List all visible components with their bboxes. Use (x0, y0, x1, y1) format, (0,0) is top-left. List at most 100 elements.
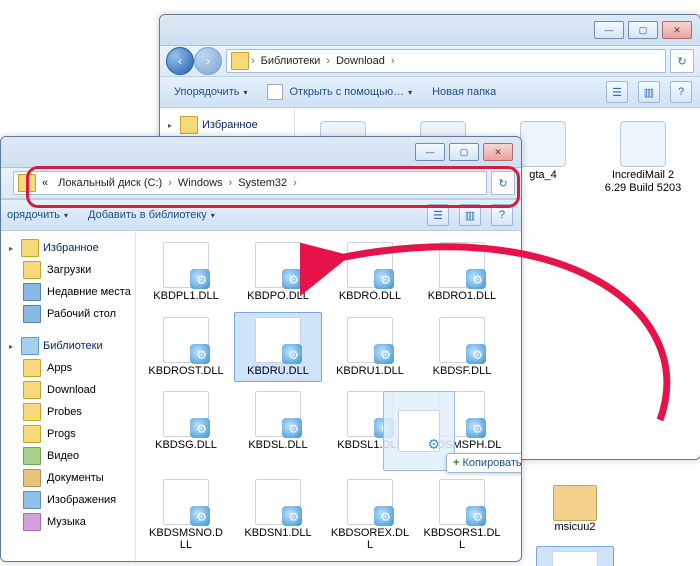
help-button[interactable]: ? (491, 204, 513, 226)
breadcrumb-part[interactable]: Download (332, 55, 389, 67)
breadcrumb-separator-icon: › (293, 177, 297, 189)
sidebar-label: Избранное (43, 242, 99, 254)
explorer-window-system32: — ▢ ✕ « Локальный диск (C:) › Windows › … (0, 136, 522, 562)
file-item[interactable]: KBDSN1.DLL (234, 474, 322, 557)
sidebar-item-images[interactable]: Изображения (1, 489, 135, 511)
add-to-library-label: Добавить в библиотеку (88, 209, 207, 221)
sidebar-label: Музыка (47, 516, 86, 528)
file-item[interactable]: KBDSORS1.DLL (418, 474, 506, 557)
file-pane[interactable]: KBDPL1.DLL KBDPO.DLL KBDRO.DLL KBDRO1.DL… (136, 231, 521, 561)
breadcrumb[interactable]: › Библиотеки › Download › (226, 49, 666, 73)
breadcrumb-overflow[interactable]: « (38, 177, 52, 189)
minimize-button[interactable]: — (415, 143, 445, 161)
add-to-library-button[interactable]: Добавить в библиотеку ▾ (82, 207, 221, 223)
refresh-button[interactable]: ↻ (670, 49, 694, 73)
file-item[interactable]: KBDSG.DLL (142, 386, 230, 469)
breadcrumb-part[interactable]: Локальный диск (C:) (54, 177, 166, 189)
file-item[interactable]: KBDROST.DLL (142, 312, 230, 383)
file-label: KBDRO1.DLL (428, 290, 496, 303)
file-item[interactable]: KBDRO1.DLL (418, 237, 506, 308)
dll-icon (163, 242, 209, 288)
file-item[interactable]: KBDSL.DLL (234, 386, 322, 469)
close-button[interactable]: ✕ (483, 143, 513, 161)
sidebar-item-download[interactable]: Download (1, 379, 135, 401)
nav-back-button[interactable]: ‹ (166, 47, 194, 75)
file-item[interactable]: KBDPO.DLL (234, 237, 322, 308)
sidebar-item-downloads[interactable]: Загрузки (1, 259, 135, 281)
chevron-down-icon: ▾ (64, 211, 68, 220)
dll-icon (347, 317, 393, 363)
file-item[interactable]: KBDSOREX.DLL (326, 474, 414, 557)
file-label: KBDSOREX.DLL (330, 527, 410, 552)
close-button[interactable]: ✕ (662, 21, 692, 39)
sidebar-item-recent[interactable]: Недавние места (1, 281, 135, 303)
file-item[interactable]: KBDRU.DLL (234, 312, 322, 383)
preview-pane-button[interactable]: ▥ (638, 81, 660, 103)
file-item-d3dx9[interactable]: d3dx9_43.dll (536, 546, 614, 566)
minimize-button[interactable]: — (594, 21, 624, 39)
view-button[interactable]: ☰ (606, 81, 628, 103)
dll-icon (347, 479, 393, 525)
view-button[interactable]: ☰ (427, 204, 449, 226)
folder-icon (231, 52, 249, 70)
folder-icon (23, 381, 41, 399)
tree-collapse-icon: ▸ (9, 342, 17, 351)
chevron-down-icon: ▾ (408, 88, 412, 97)
open-with-button[interactable]: Открыть с помощью…▾ (261, 82, 418, 102)
file-item[interactable]: KBDSF.DLL (418, 312, 506, 383)
sidebar-item-probes[interactable]: Probes (1, 401, 135, 423)
dll-icon (439, 242, 485, 288)
file-label: KBDRO.DLL (339, 290, 401, 303)
sidebar-item-music[interactable]: Музыка (1, 511, 135, 533)
image-icon (23, 491, 41, 509)
sidebar-favorites[interactable]: ▸Избранное (1, 237, 135, 259)
maximize-button[interactable]: ▢ (628, 21, 658, 39)
sidebar-label: Изображения (47, 494, 116, 506)
sidebar-item-progs[interactable]: Progs (1, 423, 135, 445)
file-item[interactable]: IncrediMail 2 6.29 Build 5203 (601, 116, 685, 212)
file-label: KBDSORS1.DLL (422, 527, 502, 552)
sidebar-label: Download (47, 384, 96, 396)
organize-label: Упорядочить (174, 86, 239, 98)
help-button[interactable]: ? (670, 81, 692, 103)
file-item[interactable]: KBDSMSNO.DLL (142, 474, 230, 557)
sidebar-item-video[interactable]: Видео (1, 445, 135, 467)
file-item[interactable]: KBDRU1.DLL (326, 312, 414, 383)
nav-bar: « Локальный диск (C:) › Windows › System… (1, 168, 521, 199)
sidebar-favorites[interactable]: ▸Избранное (160, 114, 294, 136)
preview-pane-button[interactable]: ▥ (459, 204, 481, 226)
nav-forward-button[interactable]: › (194, 47, 222, 75)
file-item[interactable]: KBDPL1.DLL (142, 237, 230, 308)
file-item[interactable]: msicuu2 (536, 474, 614, 539)
chevron-down-icon: ▾ (211, 211, 215, 220)
refresh-button[interactable]: ↻ (491, 171, 515, 195)
breadcrumb-part[interactable]: Библиотеки (257, 55, 325, 67)
star-icon (21, 239, 39, 257)
folder-icon (23, 261, 41, 279)
breadcrumb[interactable]: « Локальный диск (C:) › Windows › System… (13, 171, 487, 195)
drag-ghost (383, 391, 455, 471)
sidebar-item-apps[interactable]: Apps (1, 357, 135, 379)
window-body: ▸Избранное Загрузки Недавние места Рабоч… (1, 231, 521, 561)
chevron-down-icon: ▾ (243, 88, 247, 97)
dll-icon (552, 551, 598, 566)
organize-button[interactable]: Упорядочить ▾ (168, 84, 253, 100)
maximize-button[interactable]: ▢ (449, 143, 479, 161)
file-item[interactable]: KBDRO.DLL (326, 237, 414, 308)
organize-button[interactable]: орядочить▾ (1, 207, 74, 223)
sidebar-label: Видео (47, 450, 79, 462)
breadcrumb-part[interactable]: System32 (234, 177, 291, 189)
file-label: KBDSN1.DLL (244, 527, 311, 540)
sidebar-item-desktop[interactable]: Рабочий стол (1, 303, 135, 325)
toolbar: Упорядочить ▾ Открыть с помощью…▾ Новая п… (160, 77, 700, 108)
folder-icon (18, 174, 36, 192)
new-folder-button[interactable]: Новая папка (426, 84, 502, 100)
sidebar-item-documents[interactable]: Документы (1, 467, 135, 489)
sidebar-libraries[interactable]: ▸Библиотеки (1, 335, 135, 357)
dll-icon (439, 317, 485, 363)
breadcrumb-part[interactable]: Windows (174, 177, 227, 189)
folder-icon (23, 403, 41, 421)
nav-bar: ‹ › › Библиотеки › Download › ↻ (160, 46, 700, 77)
breadcrumb-separator-icon: › (326, 55, 330, 67)
titlebar: — ▢ ✕ (160, 15, 700, 46)
